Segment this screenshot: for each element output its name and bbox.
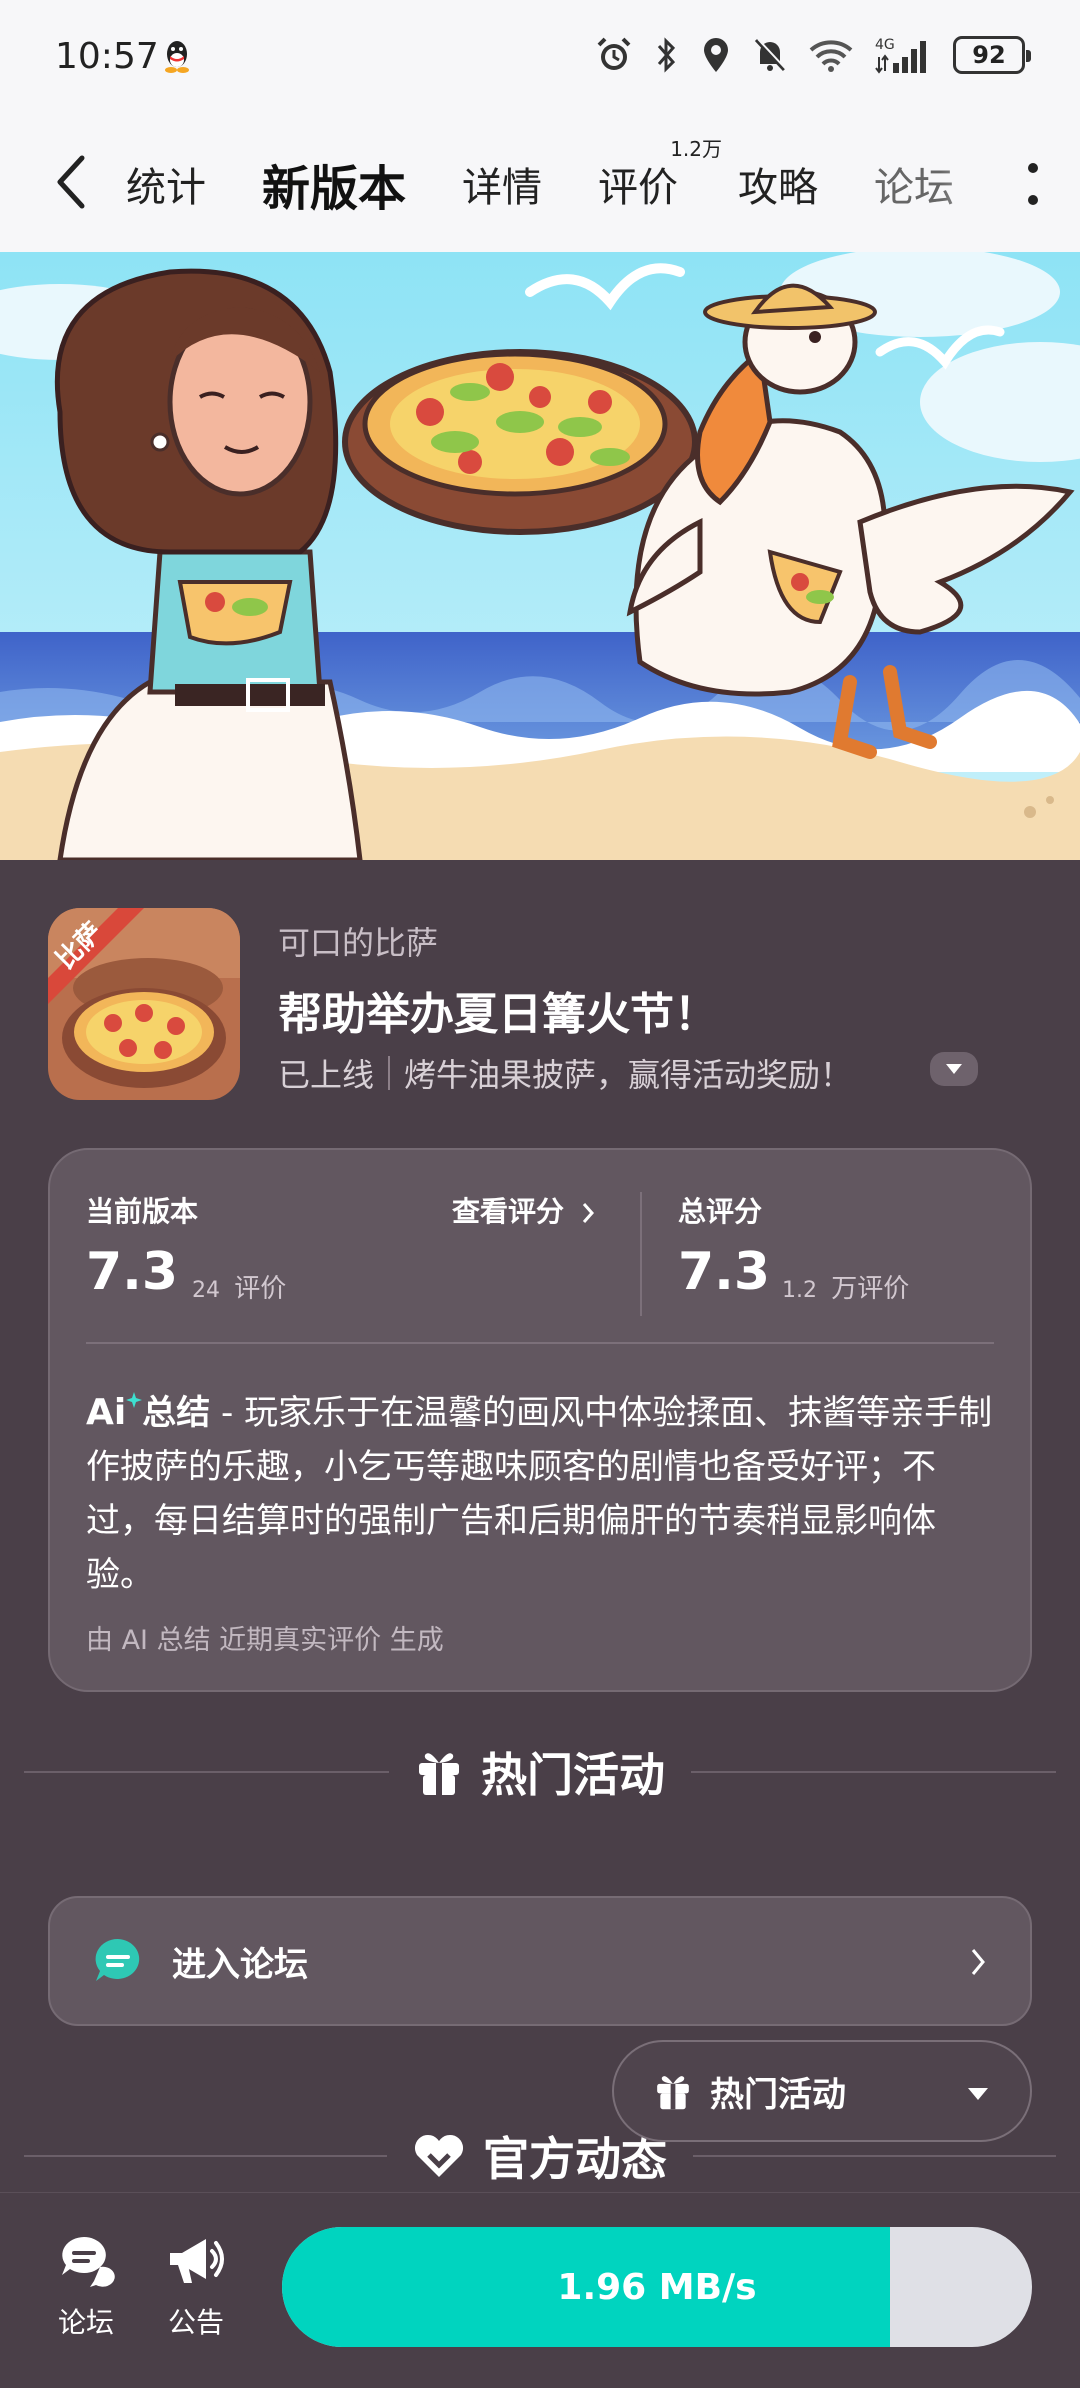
total-score: 7.3 [678, 1242, 771, 1302]
current-count-number: 24 [192, 1278, 220, 1303]
battery-indicator: 92 [953, 36, 1031, 74]
bluetooth-icon [657, 37, 676, 73]
tabs-fade [940, 140, 1020, 230]
top-nav: 统计 新版本 详情 评价 1.2万 攻略 论坛 [0, 120, 1080, 252]
hot-events-title: 热门活动 [481, 1748, 665, 1802]
heading-line-right [693, 2155, 1056, 2157]
bottom-forum-label: 论坛 [57, 2306, 114, 2339]
bottom-notice-label: 公告 [167, 2306, 224, 2339]
event-status: 已上线 [278, 1056, 375, 1094]
hot-events-heading: 热门活动 [24, 1740, 1056, 1804]
tab-reviews[interactable]: 评价 1.2万 [598, 137, 722, 213]
heading-line-right [691, 1771, 1056, 1773]
bottom-action-bar: 论坛 公告 1.96 MB/s [0, 2192, 1080, 2388]
ai-generated-note: 由 AI 总结 近期真实评价 生成 [86, 1625, 444, 1656]
current-score: 7.3 [86, 1242, 179, 1302]
hero-banner [0, 252, 1080, 860]
more-vertical-icon[interactable] [1026, 162, 1040, 206]
ai-summary-text: - 玩家乐于在温馨的画风中体验揉面、抹酱等亲手制作披萨的乐趣，小乞丐等趣味顾客的… [86, 1393, 993, 1595]
bottom-notice-button[interactable]: 公告 [156, 2233, 236, 2341]
review-count-badge: 1.2万 [670, 137, 723, 161]
heading-line-left [24, 2155, 387, 2157]
back-arrow-icon[interactable] [48, 150, 98, 214]
total-review-count: 1.2 万评价 [782, 1268, 909, 1305]
megaphone-icon [170, 2239, 224, 2283]
view-reviews-link[interactable]: 查看评分 [452, 1190, 596, 1230]
heart-icon [414, 2134, 464, 2177]
alarm-icon [597, 37, 631, 70]
chevron-right-icon [582, 1203, 594, 1223]
pizza-beach-illustration [0, 252, 1080, 860]
view-reviews-label: 查看评分 [452, 1195, 565, 1228]
app-name: 可口的比萨 [278, 924, 439, 962]
divider [388, 1056, 391, 1090]
tab-guides[interactable]: 攻略 [738, 155, 818, 213]
wifi-icon [809, 40, 853, 72]
section-jump-dropdown[interactable]: 热门活动 [612, 2040, 1032, 2142]
download-progress-button[interactable]: 1.96 MB/s [282, 2227, 1032, 2347]
forum-icon [62, 2237, 115, 2287]
qq-icon [165, 41, 189, 73]
enter-forum-button[interactable]: 进入论坛 [48, 1896, 1032, 2026]
tab-reviews-label: 评价 [598, 165, 679, 211]
total-count-number: 1.2 [782, 1278, 817, 1303]
bottom-forum-button[interactable]: 论坛 [46, 2233, 126, 2341]
rating-card: 当前版本 查看评分 7.3 24 评价 总评分 7.3 1.2 万评价 Ai 总结… [48, 1148, 1032, 1692]
forum-chat-icon [95, 1938, 140, 1981]
chevron-right-icon [971, 1949, 985, 1975]
current-version-label: 当前版本 [86, 1195, 199, 1228]
event-summary: 烤牛油果披萨，赢得活动奖励！ [404, 1056, 853, 1094]
mute-bell-icon [754, 38, 787, 72]
ai-badge: Ai [86, 1392, 127, 1433]
sparkle-icon [126, 1392, 143, 1408]
cellular-signal-icon: 4G [875, 37, 926, 74]
location-icon [704, 38, 728, 72]
current-review-count: 24 评价 [192, 1268, 286, 1305]
ai-summary-title: 总结 [142, 1393, 211, 1433]
tab-stats[interactable]: 统计 [126, 155, 206, 213]
dropdown-selected-label: 热门活动 [710, 2074, 846, 2115]
status-bar: 10:57 4G 92 [0, 0, 1080, 120]
event-title: 帮助举办夏日篝火节！ [278, 989, 718, 1040]
divider-horizontal [86, 1342, 994, 1344]
event-description: 已上线 烤牛油果披萨，赢得活动奖励！ [278, 1050, 852, 1096]
enter-forum-label: 进入论坛 [172, 1944, 308, 1985]
tab-new-version[interactable]: 新版本 [255, 149, 413, 219]
download-speed: 1.96 MB/s [557, 2266, 757, 2308]
status-time: 10:57 [55, 36, 159, 77]
expand-description-button[interactable] [930, 1052, 978, 1086]
gift-icon [657, 2076, 689, 2110]
total-count-unit: 万评价 [831, 1274, 910, 1304]
gift-icon [419, 1753, 459, 1795]
current-count-unit: 评价 [234, 1274, 287, 1304]
tab-details[interactable]: 详情 [462, 155, 542, 213]
caret-down-icon [968, 2088, 988, 2100]
ai-summary: Ai 总结 - 玩家乐于在温馨的画风中体验揉面、抹酱等亲手制作披萨的乐趣，小乞丐等… [86, 1386, 998, 1602]
caret-down-icon [946, 1064, 962, 1074]
svg-text:4G: 4G [875, 37, 895, 53]
heading-line-left [24, 1771, 389, 1773]
divider-vertical [640, 1192, 642, 1316]
total-score-label: 总评分 [678, 1195, 763, 1228]
app-icon[interactable]: 比萨 [48, 908, 240, 1100]
